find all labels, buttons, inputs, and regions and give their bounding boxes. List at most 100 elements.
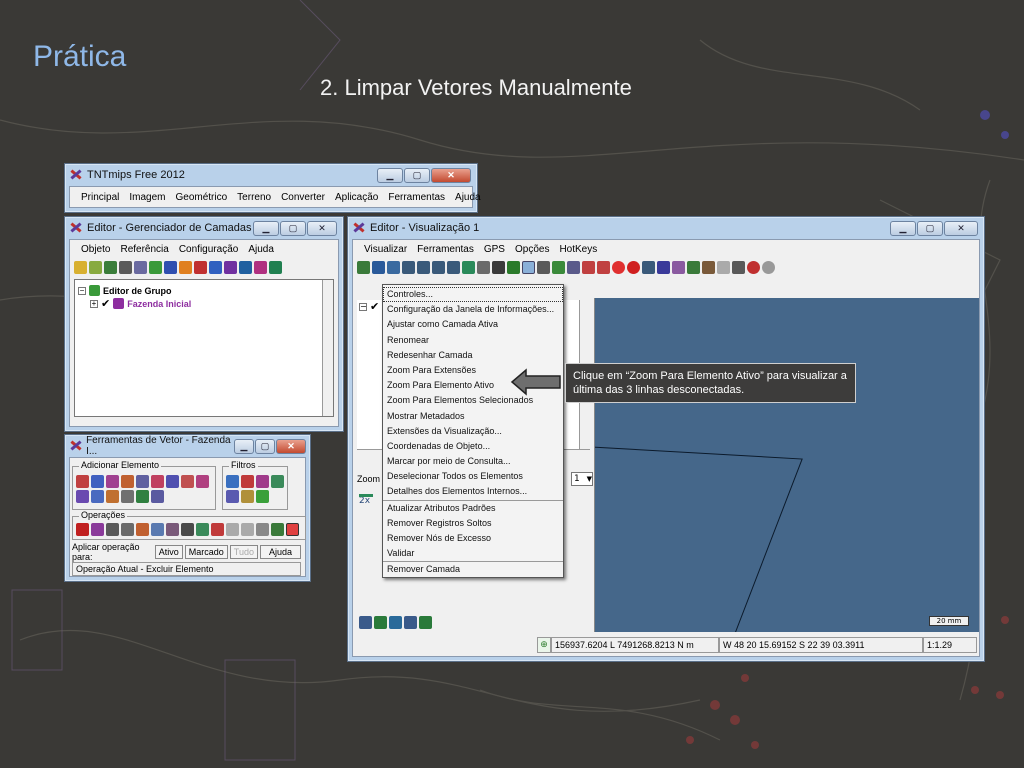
vector-icon[interactable] <box>179 261 192 274</box>
crosshair-icon[interactable]: ⊕ <box>537 637 551 653</box>
add-polygon-icon[interactable] <box>106 475 119 488</box>
menu-ferramentas[interactable]: Ferramentas <box>412 244 479 255</box>
list-icon[interactable] <box>359 616 372 629</box>
add-text-icon[interactable] <box>106 490 119 503</box>
close-button[interactable]: ✕ <box>276 438 306 454</box>
add-ellipse-icon[interactable] <box>166 475 179 488</box>
menu-item-atualizar-atributos[interactable]: Atualizar Atributos Padrões <box>383 501 563 516</box>
menu-configuracao[interactable]: Configuração <box>174 244 243 255</box>
redo-icon[interactable] <box>762 261 775 274</box>
add-rectangle-icon[interactable] <box>136 475 149 488</box>
locate-icon[interactable] <box>374 616 387 629</box>
collapse-icon[interactable]: − <box>359 302 367 311</box>
minimize-button[interactable]: ▁ <box>890 220 916 236</box>
menu-ajuda[interactable]: Ajuda <box>243 244 279 255</box>
cad-icon[interactable] <box>194 261 207 274</box>
map-icon[interactable] <box>269 261 282 274</box>
point-icon[interactable] <box>552 261 565 274</box>
search-icon[interactable] <box>404 616 417 629</box>
filter-3-icon[interactable] <box>256 475 269 488</box>
collapse-icon[interactable]: − <box>78 286 86 295</box>
layers-icon[interactable] <box>462 261 475 274</box>
menu-item-redesenhar[interactable]: Redesenhar Camada <box>383 348 563 363</box>
menu-item-detalhes-internos[interactable]: Detalhes dos Elementos Internos... <box>383 484 563 499</box>
add-circle-icon[interactable] <box>151 475 164 488</box>
undo-icon[interactable] <box>747 261 760 274</box>
text-icon[interactable] <box>241 523 254 536</box>
snap-icon[interactable] <box>166 523 179 536</box>
menu-gps[interactable]: GPS <box>479 244 510 255</box>
paste-icon[interactable] <box>732 261 745 274</box>
open-icon[interactable] <box>104 261 117 274</box>
zoom-select[interactable]: 1 ▼ <box>571 472 593 486</box>
pencil-icon[interactable] <box>74 261 87 274</box>
menu-referencia[interactable]: Referência <box>115 244 173 255</box>
maximize-button[interactable]: ▢ <box>255 438 275 454</box>
properties-icon[interactable] <box>134 261 147 274</box>
menu-aplicacao[interactable]: Aplicação <box>330 192 383 203</box>
menu-terreno[interactable]: Terreno <box>232 192 276 203</box>
cancel-icon[interactable] <box>627 261 640 274</box>
maximize-button[interactable]: ▢ <box>917 220 943 236</box>
measure-icon[interactable] <box>537 261 550 274</box>
menu-item-controles[interactable]: Controles... <box>383 287 563 303</box>
minimize-button[interactable]: ▁ <box>253 220 279 236</box>
zoom-out-icon[interactable] <box>417 261 430 274</box>
select-icon[interactable] <box>76 523 89 536</box>
menu-item-config-janela-info[interactable]: Configuração da Janela de Informações... <box>383 302 563 317</box>
menu-ajuda[interactable]: Ajuda <box>450 192 486 203</box>
menu-item-marcar-consulta[interactable]: Marcar por meio de Consulta... <box>383 454 563 469</box>
new-layer-icon[interactable] <box>89 261 102 274</box>
inspect-icon[interactable] <box>642 261 655 274</box>
move-icon[interactable] <box>136 523 149 536</box>
menu-item-ajustar-camada-ativa[interactable]: Ajustar como Camada Ativa <box>383 317 563 332</box>
select-tool-icon[interactable] <box>522 261 535 274</box>
smooth-icon[interactable] <box>256 523 269 536</box>
menu-item-mostrar-metadados[interactable]: Mostrar Metadados <box>383 409 563 424</box>
map-icon[interactable] <box>419 616 432 629</box>
menu-opcoes[interactable]: Opções <box>510 244 554 255</box>
rotate-icon[interactable] <box>151 523 164 536</box>
edit-line-icon[interactable] <box>91 523 104 536</box>
check-icon[interactable]: ✔ <box>101 297 110 310</box>
filter-1-icon[interactable] <box>226 475 239 488</box>
cut-icon[interactable] <box>702 261 715 274</box>
query-icon[interactable] <box>567 261 580 274</box>
reverse-icon[interactable] <box>211 523 224 536</box>
gps-icon[interactable] <box>492 261 505 274</box>
check-icon[interactable]: ✔ <box>370 300 379 313</box>
pan-icon[interactable] <box>387 261 400 274</box>
simplify-icon[interactable] <box>271 523 284 536</box>
menu-converter[interactable]: Converter <box>276 192 330 203</box>
add-curve-icon[interactable] <box>181 475 194 488</box>
menu-hotkeys[interactable]: HotKeys <box>554 244 602 255</box>
tree-group-row[interactable]: − Editor de Grupo <box>78 284 330 297</box>
copy-icon[interactable] <box>717 261 730 274</box>
maximize-button[interactable]: ▢ <box>404 167 430 183</box>
database-icon[interactable] <box>239 261 252 274</box>
close-button[interactable]: ✕ <box>431 167 471 183</box>
binoculars-icon[interactable] <box>477 261 490 274</box>
menu-item-renomear[interactable]: Renomear <box>383 333 563 348</box>
minimize-button[interactable]: ▁ <box>234 438 254 454</box>
menu-item-validar[interactable]: Validar <box>383 546 563 561</box>
add-layer-icon[interactable] <box>149 261 162 274</box>
menu-geometrico[interactable]: Geométrico <box>170 192 232 203</box>
menu-item-remover-nos[interactable]: Remover Nós de Excesso <box>383 531 563 546</box>
menu-visualizar[interactable]: Visualizar <box>359 244 412 255</box>
help-button[interactable]: Ajuda <box>259 545 301 559</box>
extend-icon[interactable] <box>181 523 194 536</box>
minimize-button[interactable]: ▁ <box>377 167 403 183</box>
info-icon[interactable] <box>657 261 670 274</box>
add-layer-icon[interactable] <box>507 261 520 274</box>
trim-icon[interactable] <box>196 523 209 536</box>
filter-5-icon[interactable] <box>226 490 239 503</box>
raster-icon[interactable] <box>164 261 177 274</box>
full-view-icon[interactable] <box>372 261 385 274</box>
menu-objeto[interactable]: Objeto <box>76 244 115 255</box>
close-button[interactable]: ✕ <box>944 220 978 236</box>
zoom-box-icon[interactable] <box>432 261 445 274</box>
vertical-scrollbar[interactable] <box>322 280 333 416</box>
menu-item-remover-registros[interactable]: Remover Registros Soltos <box>383 516 563 531</box>
active-button[interactable]: Ativo <box>154 545 183 559</box>
